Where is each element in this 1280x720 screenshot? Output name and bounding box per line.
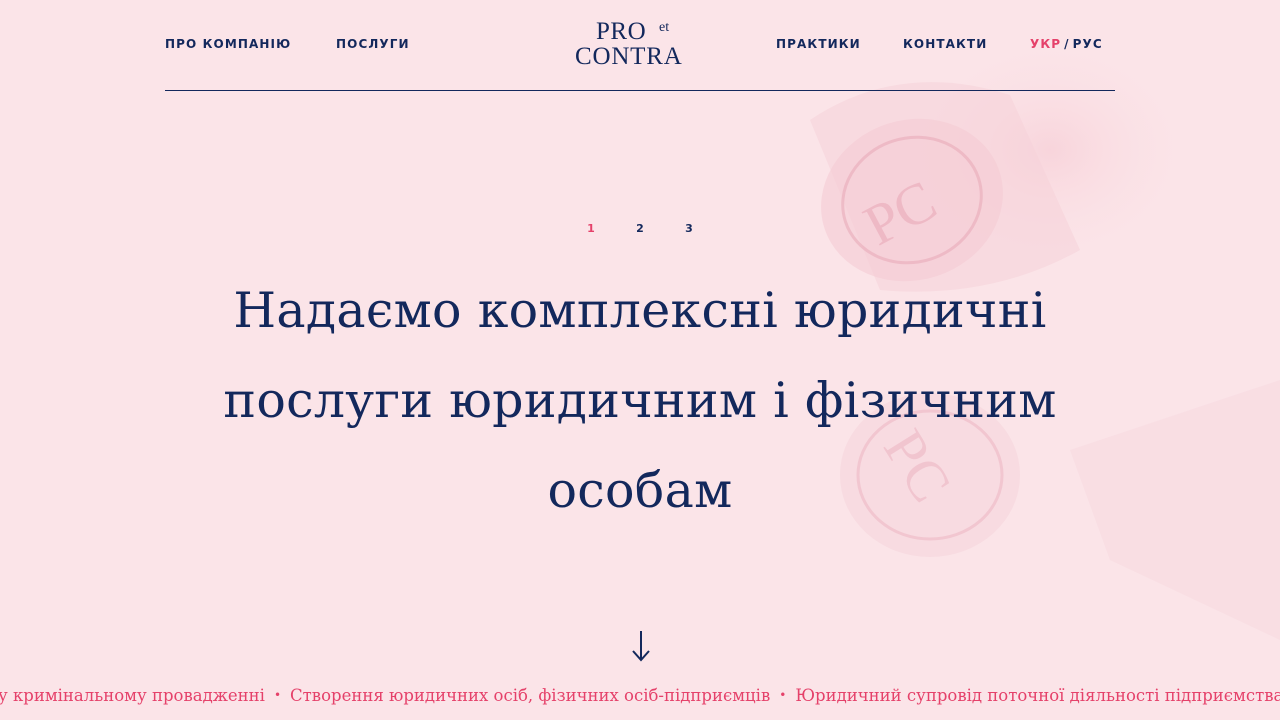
arrow-down-icon[interactable] xyxy=(626,628,656,664)
nav-link-practices[interactable]: ПРАКТИКИ xyxy=(776,37,861,51)
language-option-rus[interactable]: РУС xyxy=(1073,37,1103,51)
logo-text-et: et xyxy=(659,20,670,35)
ticker-item[interactable]: Створення юридичних осіб, фізичних осіб-… xyxy=(290,686,770,705)
logo-text-pro: PRO xyxy=(596,18,647,45)
slide-indicator-1[interactable]: 1 xyxy=(567,222,616,235)
top-navigation: ПРО КОМПАНІЮ ПОСЛУГИ PRO et CONTRA ПРАКТ… xyxy=(0,0,1280,91)
language-option-ukr[interactable]: УКР xyxy=(1030,37,1061,51)
slider-pagination: 123 xyxy=(0,222,1280,235)
ticker-separator: • xyxy=(273,688,282,702)
svg-text:PC: PC xyxy=(853,167,946,258)
language-separator: / xyxy=(1064,37,1070,51)
nav-link-services[interactable]: ПОСЛУГИ xyxy=(336,37,410,51)
slide-indicator-3[interactable]: 3 xyxy=(665,222,714,235)
nav-link-contacts[interactable]: КОНТАКТИ xyxy=(903,37,987,51)
nav-link-about-company[interactable]: ПРО КОМПАНІЮ xyxy=(165,37,291,51)
header-divider xyxy=(165,90,1115,91)
company-logo[interactable]: PRO et CONTRA xyxy=(570,18,710,72)
services-ticker: у кримінальному провадженні • Створення юр… xyxy=(0,686,1280,705)
logo-text-contra: CONTRA xyxy=(575,43,683,70)
ticker-item[interactable]: у кримінальному провадженні xyxy=(0,686,265,705)
slide-indicator-2[interactable]: 2 xyxy=(616,222,665,235)
ticker-item[interactable]: Юридичний супровід поточної діяльності п… xyxy=(795,686,1280,705)
hero-headline: Надаємо комплексні юридичні послуги юрид… xyxy=(223,282,1057,519)
language-switcher: УКР / РУС xyxy=(1030,37,1103,51)
ticker-separator: • xyxy=(779,688,787,702)
